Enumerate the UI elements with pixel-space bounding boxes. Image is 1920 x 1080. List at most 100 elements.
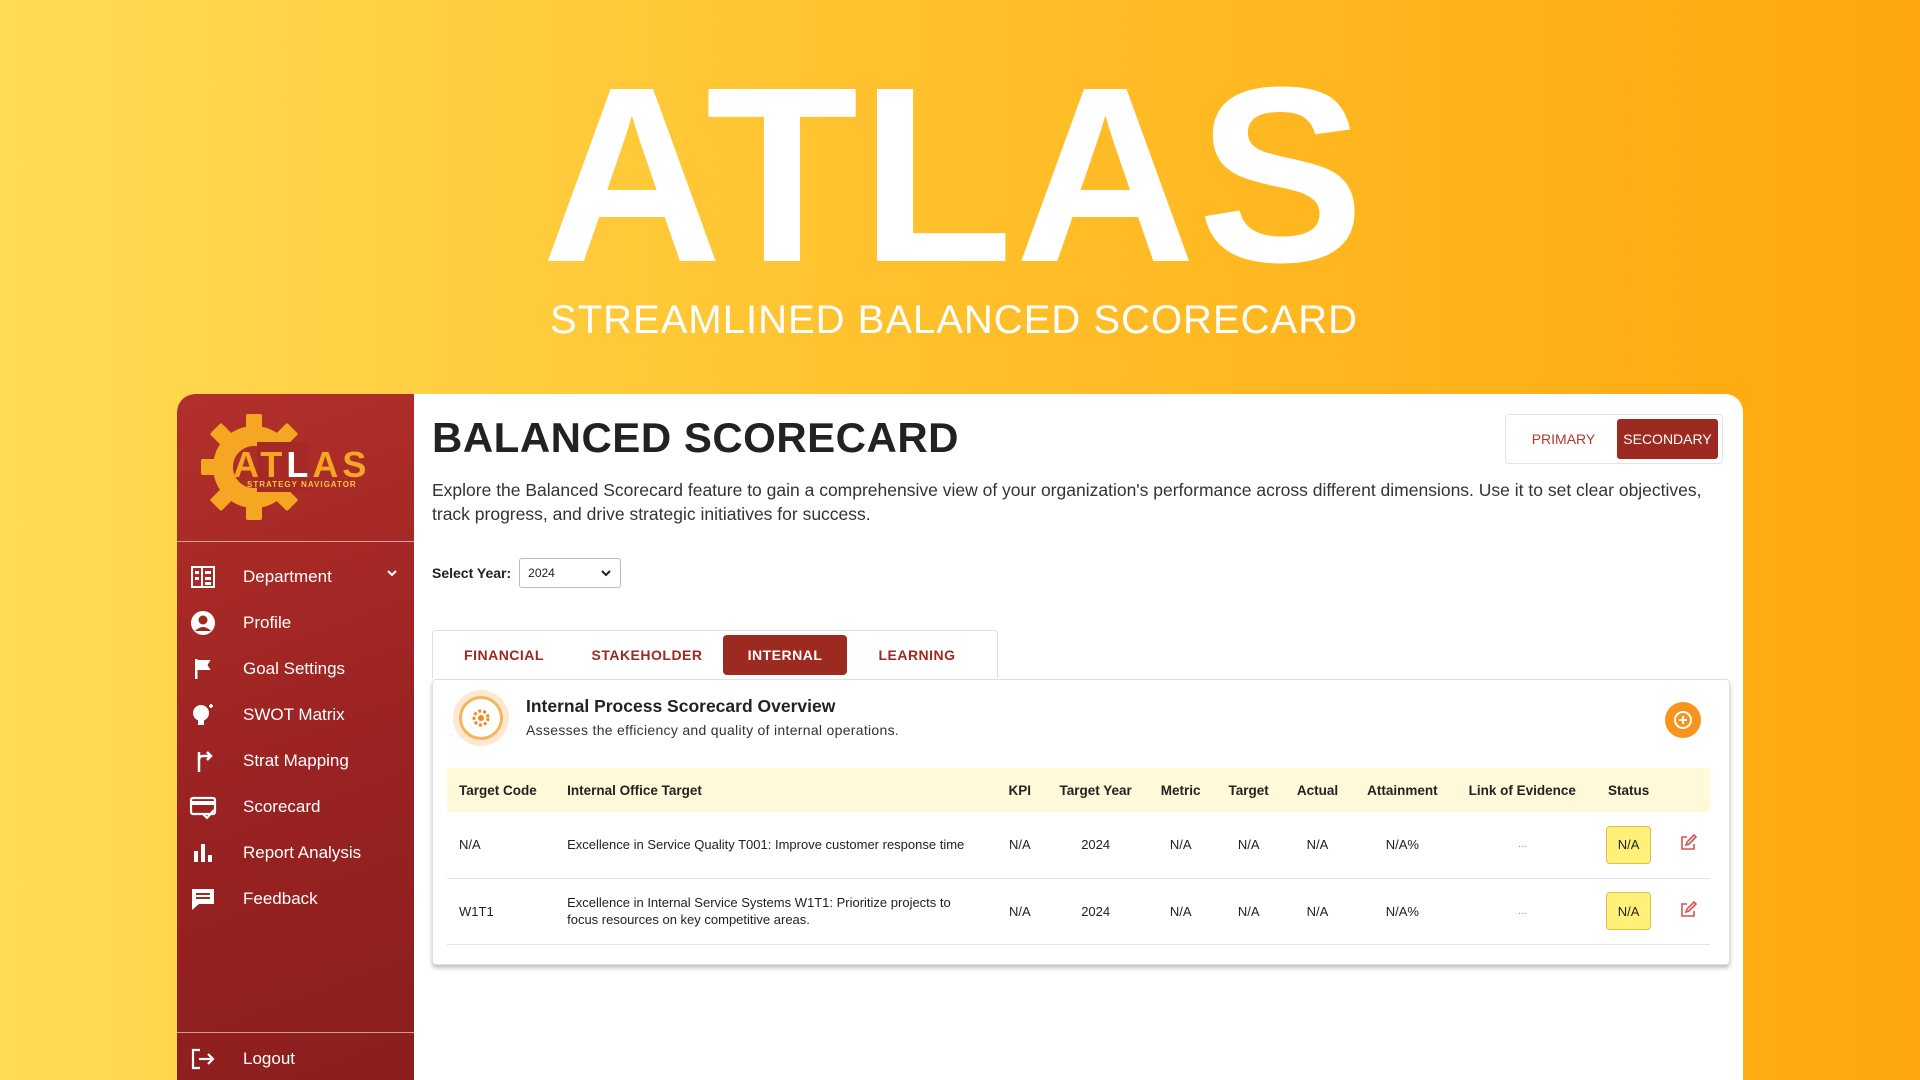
status-cell: N/A <box>1592 878 1665 944</box>
col-header: Link of Evidence <box>1468 782 1576 798</box>
target-code-cell: N/A <box>459 837 481 853</box>
attainment-cell: N/A% <box>1385 903 1419 919</box>
user-circle-icon <box>189 609 217 637</box>
actual-cell: N/A <box>1306 837 1329 853</box>
edit-button[interactable] <box>1679 834 1697 855</box>
col-header-actions <box>1665 768 1710 812</box>
perspective-tabs: FINANCIAL STAKEHOLDER INTERNAL LEARNING <box>432 630 998 678</box>
year-select-value: 2024 <box>528 566 555 580</box>
col-header: Status <box>1608 782 1650 798</box>
tab-learning[interactable]: LEARNING <box>847 635 987 675</box>
kpi-cell: N/A <box>1008 837 1031 853</box>
card-title: Internal Process Scorecard Overview <box>526 696 836 716</box>
chevron-down-icon <box>601 570 611 577</box>
table-row: W1T1 Excellence in Internal Service Syst… <box>447 878 1710 944</box>
sidebar: ATLAS STRATEGY NAVIGATOR Department Prof… <box>177 394 414 1080</box>
edit-button[interactable] <box>1679 900 1697 922</box>
col-header: Target Code <box>459 782 537 798</box>
sidebar-item-scorecard[interactable]: Scorecard <box>177 784 414 830</box>
main-content: BALANCED SCORECARD PRIMARY SECONDARY Exp… <box>432 394 1743 1080</box>
status-badge: N/A <box>1606 825 1652 864</box>
office-target-cell: Excellence in Service Quality T001: Impr… <box>567 837 965 853</box>
sidebar-item-swot-matrix[interactable]: SWOT Matrix <box>177 692 414 738</box>
kpi-cell: N/A <box>1008 903 1031 919</box>
logout-button[interactable]: Logout <box>177 1032 414 1080</box>
sidebar-item-goal-settings[interactable]: Goal Settings <box>177 646 414 692</box>
process-gear-icon <box>453 690 509 746</box>
attainment-cell: N/A% <box>1385 837 1419 853</box>
sidebar-item-label: Department <box>243 567 332 586</box>
target-year-cell: 2024 <box>1081 837 1111 853</box>
logo: ATLAS STRATEGY NAVIGATOR <box>177 394 414 542</box>
plus-circle-icon <box>1674 711 1692 729</box>
target-cell: N/A <box>1237 903 1260 919</box>
hero-title: ATLAS <box>541 35 1367 314</box>
app-window: ATLAS STRATEGY NAVIGATOR Department Prof… <box>177 394 1743 1080</box>
status-badge: N/A <box>1606 892 1652 930</box>
sidebar-item-label: Feedback <box>243 889 318 908</box>
col-header: Target Year <box>1059 782 1132 798</box>
target-year-cell: 2024 <box>1081 903 1111 919</box>
col-header: Target <box>1228 782 1269 798</box>
col-header: Attainment <box>1367 782 1438 798</box>
page-title: BALANCED SCORECARD <box>432 414 960 461</box>
secondary-button[interactable]: SECONDARY <box>1616 419 1718 459</box>
flag-icon <box>189 655 217 683</box>
sidebar-item-label: Strat Mapping <box>243 751 349 770</box>
col-header: KPI <box>1008 782 1032 798</box>
col-header: Actual <box>1296 782 1339 798</box>
hero-subtitle: STREAMLINED BALANCED SCORECARD <box>550 298 1358 342</box>
status-cell: N/A <box>1592 812 1665 878</box>
actions-cell <box>1665 812 1710 878</box>
sidebar-item-label: Profile <box>243 613 292 632</box>
card-check-icon <box>189 793 217 821</box>
building-icon <box>189 563 217 591</box>
table-row: N/A Excellence in Service Quality T001: … <box>447 812 1710 878</box>
year-filter: Select Year: 2024 <box>432 558 622 588</box>
message-icon <box>189 885 217 913</box>
scorecard-table: Target Code Internal Office Target KPI T… <box>447 768 1710 945</box>
tab-financial[interactable]: FINANCIAL <box>437 635 571 675</box>
sidebar-item-feedback[interactable]: Feedback <box>177 876 414 922</box>
logout-label: Logout <box>243 1048 295 1068</box>
col-header: Metric <box>1160 782 1201 798</box>
primary-button[interactable]: PRIMARY <box>1510 419 1617 459</box>
scorecard-overview-card: Internal Process Scorecard Overview Asse… <box>432 679 1730 965</box>
sidebar-item-label: Report Analysis <box>243 843 362 862</box>
chevron-down-icon <box>387 570 397 577</box>
logout-icon <box>189 1045 217 1073</box>
logo-tagline: STRATEGY NAVIGATOR <box>247 480 357 489</box>
target-cell: N/A <box>1237 837 1260 853</box>
edit-icon <box>1680 834 1697 851</box>
add-target-button[interactable] <box>1665 702 1701 738</box>
lightbulb-icon <box>189 701 217 729</box>
sidebar-item-profile[interactable]: Profile <box>177 600 414 646</box>
tab-stakeholder[interactable]: STAKEHOLDER <box>571 635 723 675</box>
sidebar-item-department[interactable]: Department <box>177 554 414 600</box>
sidebar-item-label: Goal Settings <box>243 659 346 678</box>
card-subtitle: Assesses the efficiency and quality of i… <box>526 722 900 738</box>
sidebar-item-strat-mapping[interactable]: Strat Mapping <box>177 738 414 784</box>
tab-internal[interactable]: INTERNAL <box>723 634 847 675</box>
actual-cell: N/A <box>1306 903 1329 919</box>
page-description: Explore the Balanced Scorecard feature t… <box>432 480 1702 524</box>
col-header: Internal Office Target <box>567 782 702 798</box>
metric-cell: N/A <box>1169 903 1192 919</box>
year-filter-label: Select Year: <box>432 565 512 581</box>
sidebar-item-report-analysis[interactable]: Report Analysis <box>177 830 414 876</box>
evidence-link[interactable]: ... <box>1453 812 1592 878</box>
view-toggle: PRIMARY SECONDARY <box>1505 414 1723 464</box>
target-code-cell: W1T1 <box>459 903 494 919</box>
table-header-row: Target Code Internal Office Target KPI T… <box>447 768 1710 812</box>
edit-icon <box>1680 900 1697 917</box>
sidebar-item-label: Scorecard <box>243 797 321 816</box>
sidebar-item-label: SWOT Matrix <box>243 705 345 724</box>
year-select[interactable]: 2024 <box>519 558 622 588</box>
office-target-cell: Excellence in Internal Service Systems W… <box>567 895 951 927</box>
metric-cell: N/A <box>1169 837 1192 853</box>
evidence-link[interactable]: ... <box>1453 878 1592 944</box>
bar-chart-icon <box>189 839 217 867</box>
route-icon <box>189 747 217 775</box>
sidebar-nav: Department Profile Goal Settings SWOT Ma… <box>177 542 414 922</box>
actions-cell <box>1665 878 1710 944</box>
